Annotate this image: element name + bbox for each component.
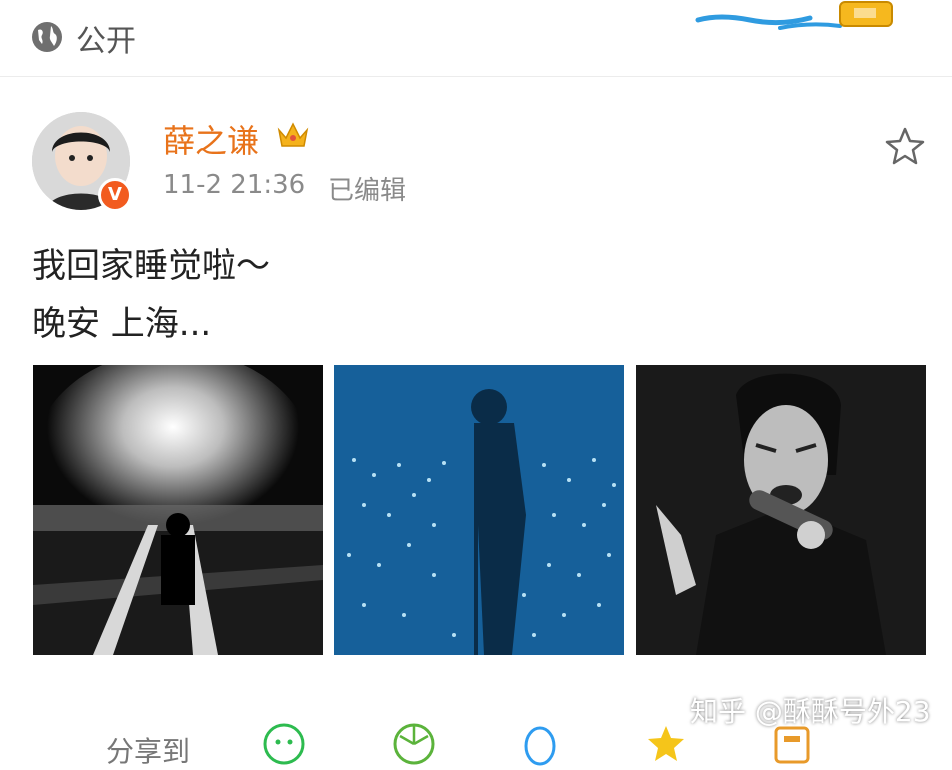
crown-icon [277, 122, 309, 147]
photo-singer-closeup[interactable] [636, 365, 926, 655]
decorative-banner [695, 1, 893, 30]
photo-singer-silhouette[interactable] [334, 365, 624, 655]
photo-concert-stage[interactable] [33, 365, 323, 655]
wechat-icon[interactable] [262, 722, 306, 766]
visibility-bar: 公开 [0, 0, 952, 77]
edited-label[interactable]: 已编辑 [328, 170, 406, 207]
visibility-label: 公开 [76, 24, 136, 59]
qzone-icon[interactable] [644, 722, 688, 766]
star-icon[interactable] [884, 126, 926, 166]
post-timestamp: 11-2 21:36 [163, 170, 306, 200]
author-name[interactable]: 薛之谦 [163, 116, 259, 162]
moments-icon[interactable] [392, 722, 436, 766]
qq-icon[interactable] [518, 722, 562, 766]
post-text-line: 我回家睡觉啦～ [32, 246, 270, 286]
post-text-line: 晚安 上海... [32, 304, 212, 344]
verified-badge: V [98, 178, 132, 212]
copy-link-icon[interactable] [770, 722, 814, 766]
share-label: 分享到 [106, 735, 191, 768]
globe-icon [32, 22, 62, 52]
